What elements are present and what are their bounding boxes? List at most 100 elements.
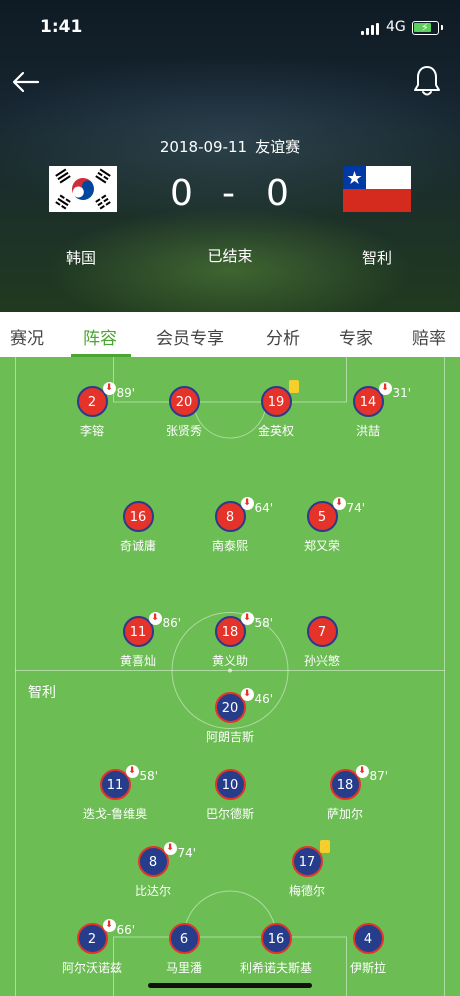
substitution-minute: 31' [392, 386, 412, 400]
player-name: 李镕 [79, 424, 104, 438]
substitution-out-icon: ⬇ [125, 765, 139, 778]
match-date: 2018-09-11 [159, 138, 248, 156]
home-score: 0 [170, 173, 193, 214]
player-name: 伊斯拉 [349, 961, 386, 975]
player-marker[interactable]: 11 ⬇ 58' 迭戈-鲁维奥 [65, 765, 165, 822]
player-name: 萨加尔 [326, 807, 363, 821]
player-number: 10 [221, 778, 239, 793]
player-name: 迭戈-鲁维奥 [82, 807, 148, 821]
substitution-out-icon: ⬇ [240, 688, 254, 701]
player-marker[interactable]: 8 ⬇ 74' 比达尔 [103, 842, 203, 899]
player-marker[interactable]: 2 ⬇ 66' 阿尔沃诺兹 [42, 919, 142, 976]
away-score: 0 [266, 173, 289, 214]
player-marker[interactable]: 20 张贤秀 [134, 386, 234, 439]
player-name: 南泰熙 [211, 539, 248, 553]
player-number: 8 [225, 510, 235, 525]
player-marker[interactable]: 5 ⬇ 74' 郑又荣 [272, 497, 372, 554]
status-bar: 1:41 4G ⚡ [0, 0, 460, 54]
score-separator: - [222, 173, 235, 214]
yellow-card-icon [319, 840, 330, 853]
player-marker[interactable]: 7 孙兴慜 [272, 616, 372, 669]
player-name: 利希诺夫斯基 [239, 961, 312, 975]
bell-icon[interactable] [412, 64, 442, 98]
player-name: 阿朗吉斯 [205, 730, 254, 744]
network-type: 4G [386, 19, 406, 35]
player-name: 郑又荣 [303, 539, 340, 553]
player-name: 黄喜灿 [119, 654, 156, 668]
player-number: 5 [317, 510, 327, 525]
player-marker[interactable]: 18 ⬇ 58' 黄义助 [180, 612, 280, 669]
player-marker[interactable]: 4 伊斯拉 [318, 923, 418, 976]
competition-name: 友谊赛 [255, 138, 301, 156]
player-marker[interactable]: 19 金英权 [226, 380, 326, 439]
player-marker[interactable]: 8 ⬇ 64' 南泰熙 [180, 497, 280, 554]
player-number: 20 [221, 701, 239, 716]
player-name: 阿尔沃诺兹 [61, 961, 122, 975]
match-header: 1:41 4G ⚡ 2018-09-11 友谊赛 0 - 0 韩国 已结束 智利 [0, 0, 460, 312]
away-team-label: 智利 [28, 685, 56, 701]
tab-bar: 赛况 阵容 会员专享 分析 专家 赔率 [0, 312, 460, 357]
substitution-out-icon: ⬇ [102, 919, 116, 932]
player-number: 18 [336, 778, 354, 793]
substitution-minute: 58' [139, 769, 159, 783]
player-marker[interactable]: 20 ⬇ 46' 阿朗吉斯 [180, 688, 280, 745]
substitution-out-icon: ⬇ [355, 765, 369, 778]
player-marker[interactable]: 10 巴尔德斯 [180, 769, 280, 822]
tab-experts[interactable]: 专家 [339, 324, 373, 349]
substitution-out-icon: ⬇ [102, 382, 116, 395]
korea-flag-icon [49, 166, 117, 212]
pitch-markings [15, 357, 445, 996]
player-number: 11 [129, 625, 147, 640]
player-number: 20 [175, 395, 193, 410]
player-name: 黄义助 [211, 654, 248, 668]
battery-icon: ⚡ [412, 21, 443, 35]
match-date-competition: 2018-09-11 友谊赛 [0, 136, 460, 157]
tab-vip[interactable]: 会员专享 [156, 324, 224, 349]
player-number: 16 [267, 932, 285, 947]
player-name: 比达尔 [134, 884, 171, 898]
player-number: 2 [87, 932, 97, 947]
player-name: 奇诚庸 [119, 539, 156, 553]
tab-analysis[interactable]: 分析 [266, 324, 300, 349]
substitution-minute: 89' [116, 386, 136, 400]
player-marker[interactable]: 2 ⬇ 89' 李镕 [42, 382, 142, 439]
player-name: 梅德尔 [288, 884, 325, 898]
substitution-minute: 74' [346, 501, 366, 515]
substitution-out-icon: ⬇ [240, 497, 254, 510]
player-marker[interactable]: 16 利希诺夫斯基 [226, 923, 326, 976]
substitution-minute: 87' [369, 769, 389, 783]
signal-icon [361, 23, 381, 35]
back-arrow-icon[interactable] [10, 66, 42, 98]
tab-odds[interactable]: 赔率 [412, 324, 446, 349]
player-name: 洪喆 [355, 424, 380, 438]
substitution-out-icon: ⬇ [378, 382, 392, 395]
player-marker[interactable]: 11 ⬇ 86' 黄喜灿 [88, 612, 188, 669]
substitution-minute: 64' [254, 501, 274, 515]
chile-flag-icon [343, 166, 411, 212]
tab-live[interactable]: 赛况 [10, 324, 44, 349]
player-marker[interactable]: 17 梅德尔 [257, 840, 357, 899]
substitution-out-icon: ⬇ [240, 612, 254, 625]
player-number: 2 [87, 395, 97, 410]
player-number: 14 [359, 395, 377, 410]
player-number: 18 [221, 625, 239, 640]
player-marker[interactable]: 16 奇诚庸 [88, 501, 188, 554]
substitution-minute: 46' [254, 692, 274, 706]
tab-lineup[interactable]: 阵容 [83, 324, 117, 349]
player-name: 巴尔德斯 [205, 807, 254, 821]
player-marker[interactable]: 18 ⬇ 87' 萨加尔 [295, 765, 395, 822]
player-number: 6 [179, 932, 189, 947]
status-time: 1:41 [40, 17, 83, 37]
home-indicator[interactable] [148, 983, 312, 988]
player-number: 19 [267, 395, 285, 410]
away-team-name[interactable]: 智利 [362, 247, 392, 268]
player-marker[interactable]: 6 马里潘 [134, 923, 234, 976]
player-number: 17 [298, 855, 316, 870]
player-number: 7 [317, 625, 327, 640]
player-marker[interactable]: 14 ⬇ 31' 洪喆 [318, 382, 418, 439]
substitution-out-icon: ⬇ [332, 497, 346, 510]
player-number: 8 [148, 855, 158, 870]
yellow-card-icon [288, 380, 299, 393]
lineup-pitch: 智利 2 ⬇ 89' 李镕 20 张贤秀 19 金英权 14 ⬇ 31' 洪喆 … [0, 357, 460, 996]
substitution-minute: 66' [116, 923, 136, 937]
